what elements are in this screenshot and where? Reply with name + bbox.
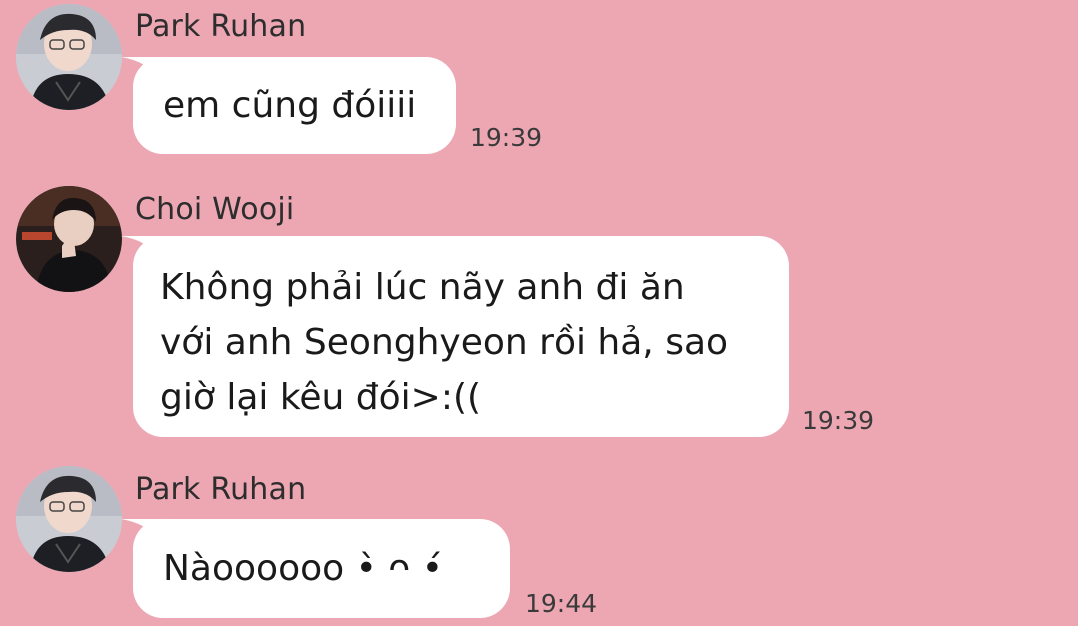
message-bubble[interactable]: Không phải lúc nãy anh đi ăn với anh Seo…: [121, 236, 789, 437]
message-text: Nàoooooo •̀ ᴖ •́: [163, 548, 443, 589]
person-photo-icon: [16, 186, 122, 292]
message-text: Không phải lúc nãy anh đi ăn với anh Seo…: [160, 267, 729, 418]
bubble-tail: [121, 57, 161, 83]
sender-avatar[interactable]: [16, 186, 122, 292]
bubble-tail: [121, 236, 161, 262]
message-bubble[interactable]: Nàoooooo •̀ ᴖ •́: [121, 519, 510, 618]
person-photo-icon: [16, 466, 122, 572]
message-time: 19:44: [525, 589, 598, 618]
bubble-tail: [121, 519, 161, 545]
sender-name: Choi Wooji: [135, 192, 295, 227]
sender-name: Park Ruhan: [135, 472, 307, 507]
sender-name: Park Ruhan: [135, 9, 307, 44]
message-bubble[interactable]: em cũng đóiiii: [121, 57, 456, 154]
sender-avatar[interactable]: [16, 4, 122, 110]
message-time: 19:39: [802, 406, 875, 435]
chat-thread: Park Ruhan em cũng đóiiii 19:39 Choi Woo…: [0, 0, 1078, 626]
sender-avatar[interactable]: [16, 466, 122, 572]
message-time: 19:39: [470, 123, 543, 152]
message-text: em cũng đóiiii: [163, 85, 417, 126]
person-photo-icon: [16, 4, 122, 110]
